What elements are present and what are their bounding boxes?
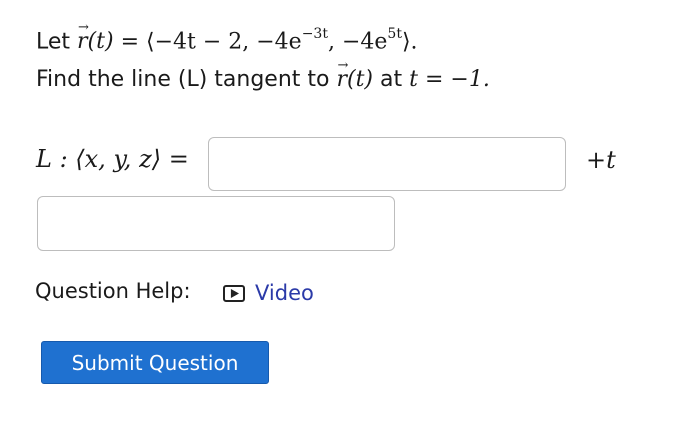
at-text: at (380, 67, 403, 92)
plus-t-label: +t (586, 146, 616, 174)
definition-open: = ⟨−4t − 2, −4e (120, 29, 302, 55)
point-input[interactable] (208, 137, 566, 191)
definition-mid: , −4e (327, 29, 388, 55)
problem-line-1: Let → r(t) = ⟨−4t − 2, −4e−3t, −4e5t⟩. (36, 20, 418, 55)
video-label: Video (255, 281, 314, 305)
line-label: L : ⟨x, y, z⟩ = (36, 145, 189, 173)
direction-input[interactable] (37, 196, 395, 251)
definition-close: ⟩. (401, 29, 418, 55)
t-value: t = −1. (409, 67, 490, 92)
video-link[interactable]: Video (223, 281, 314, 305)
r-vector-2: → r(t) (336, 58, 374, 92)
find-text: Find the line (L) tangent to (36, 67, 330, 92)
problem-line-2: Find the line (L) tangent to → r(t) at t … (36, 58, 490, 92)
exponent-2: 5t (387, 26, 402, 42)
question-help-label: Question Help: (35, 279, 191, 303)
submit-question-button[interactable]: Submit Question (41, 341, 269, 384)
play-icon (223, 284, 245, 302)
r-vector: → r(t) (77, 20, 114, 55)
exponent-1: −3t (301, 26, 328, 42)
let-word: Let (36, 29, 71, 55)
